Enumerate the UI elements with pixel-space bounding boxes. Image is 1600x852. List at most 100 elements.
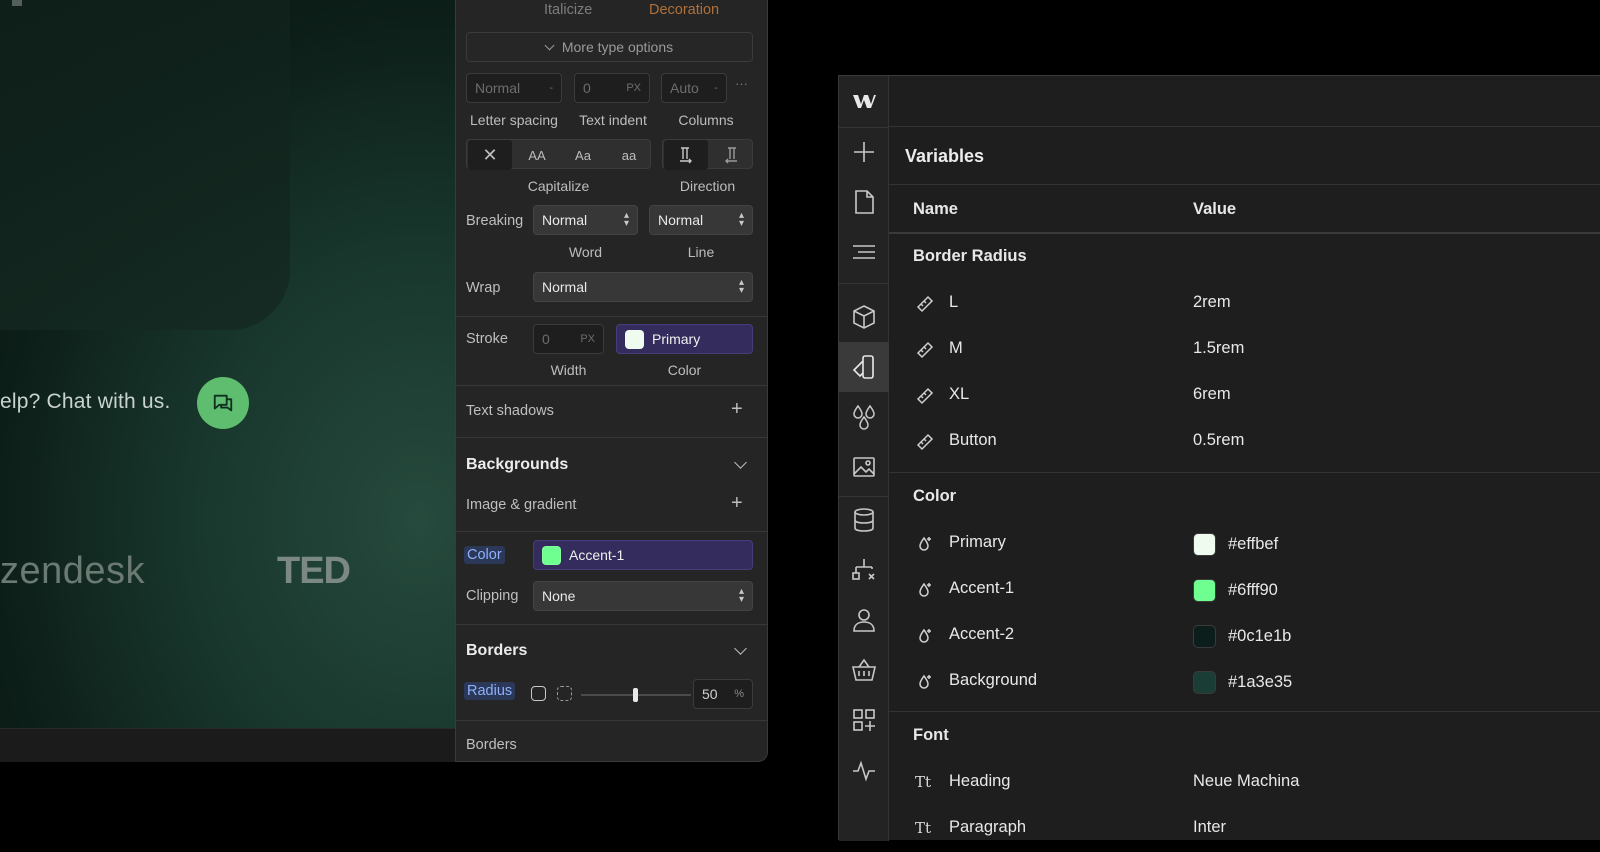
styles-button[interactable]: [839, 392, 889, 442]
variable-row[interactable]: Accent-2 #0c1e1b: [889, 613, 1600, 659]
radius-individual-corners-icon[interactable]: [557, 686, 572, 701]
text-direction-ltr-icon: [677, 146, 695, 164]
group-title-color[interactable]: Color: [913, 487, 956, 506]
droplet-icon: [915, 672, 935, 692]
columns-label: Columns: [661, 112, 751, 128]
ruler-icon: [915, 294, 935, 314]
letter-spacing-value: Normal: [475, 80, 520, 96]
variable-value: #0c1e1b: [1228, 627, 1291, 646]
color-swatch: [1193, 533, 1216, 556]
variable-value-cell: #0c1e1b: [1193, 625, 1291, 648]
group-title-font[interactable]: Font: [913, 726, 949, 745]
column-header-name[interactable]: Name: [913, 200, 958, 219]
preview-card-shape: [0, 0, 290, 330]
capitalize-lowercase-button[interactable]: aa: [607, 140, 651, 170]
variables-button[interactable]: [839, 342, 889, 392]
page-icon: [850, 188, 878, 216]
background-color-select[interactable]: Accent-1: [533, 540, 753, 570]
divider: [456, 531, 768, 532]
variable-row[interactable]: Background #1a3e35: [889, 659, 1600, 705]
ruler-icon: [915, 432, 935, 452]
capitalize-titlecase-button[interactable]: Aa: [561, 140, 605, 170]
color-swatch: [625, 330, 644, 349]
apps-button[interactable]: [839, 695, 889, 745]
add-text-shadow-icon[interactable]: +: [731, 398, 743, 421]
activity-button[interactable]: [839, 745, 889, 795]
variable-row[interactable]: L 2rem: [889, 281, 1600, 327]
variable-row[interactable]: M 1.5rem: [889, 327, 1600, 373]
letter-spacing-input[interactable]: Normal -: [466, 73, 562, 103]
radius-input[interactable]: 50 %: [693, 679, 753, 709]
cms-button[interactable]: [839, 495, 889, 545]
chevron-down-icon[interactable]: [734, 642, 747, 655]
capitalize-none-button[interactable]: ✕: [468, 140, 512, 170]
divider: [456, 316, 768, 317]
borders-section-title[interactable]: Borders: [466, 642, 527, 660]
columns-input[interactable]: Auto -: [661, 73, 727, 103]
variable-row[interactable]: Primary #effbef: [889, 521, 1600, 567]
updown-chevron-icon: ▴▾: [624, 212, 629, 228]
updown-chevron-icon: ▴▾: [739, 279, 744, 295]
variable-row[interactable]: Tt Heading Neue Machina: [889, 760, 1600, 806]
divider: [456, 385, 768, 386]
add-elements-button[interactable]: [839, 127, 889, 177]
pages-button[interactable]: [839, 177, 889, 227]
variable-name: L: [949, 293, 958, 312]
direction-ltr-button[interactable]: [664, 140, 708, 170]
variable-row[interactable]: XL 6rem: [889, 373, 1600, 419]
variable-name: Button: [949, 431, 997, 450]
color-swatch: [1193, 671, 1216, 694]
divider: [889, 232, 1600, 234]
ecommerce-button[interactable]: [839, 645, 889, 695]
wrap-select[interactable]: Normal ▴▾: [533, 272, 753, 302]
variable-row[interactable]: Accent-1 #6fff90: [889, 567, 1600, 613]
radius-slider-thumb[interactable]: [633, 688, 638, 702]
line-break-select[interactable]: Normal ▴▾: [649, 205, 753, 235]
group-title-border-radius[interactable]: Border Radius: [913, 247, 1027, 266]
column-header-value[interactable]: Value: [1193, 200, 1236, 219]
variable-name: Heading: [949, 772, 1010, 791]
add-background-image-icon[interactable]: +: [731, 492, 743, 515]
variable-row[interactable]: Tt Paragraph Inter: [889, 806, 1600, 852]
more-type-options-button[interactable]: More type options: [466, 32, 753, 62]
stroke-width-value: 0: [542, 331, 550, 347]
pulse-icon: [850, 756, 878, 784]
users-button[interactable]: [839, 595, 889, 645]
stroke-width-input[interactable]: 0 PX: [533, 324, 604, 354]
radius-all-corners-icon[interactable]: [531, 686, 546, 701]
stroke-color-select[interactable]: Primary: [616, 324, 753, 354]
panel-title: Variables: [905, 146, 984, 167]
clipping-value: None: [542, 588, 575, 604]
capitalize-uppercase-button[interactable]: AA: [515, 140, 559, 170]
assets-button[interactable]: [839, 442, 889, 492]
chevron-down-icon[interactable]: [734, 456, 747, 469]
navigator-button[interactable]: [839, 227, 889, 277]
droplet-icon: [915, 626, 935, 646]
components-button[interactable]: [839, 292, 889, 342]
variable-value: Neue Machina: [1193, 772, 1299, 791]
site-preview-canvas: elp? Chat with us. zendesk TED: [0, 0, 455, 728]
stroke-color-label: Color: [616, 362, 753, 378]
logic-button[interactable]: [839, 545, 889, 595]
tab-italicize[interactable]: Italicize: [544, 2, 592, 18]
app-logo[interactable]: [839, 76, 889, 126]
direction-rtl-button[interactable]: [709, 140, 753, 170]
chat-button[interactable]: [197, 377, 249, 429]
navigator-lines-icon: [850, 238, 878, 266]
designer-app: Variables Name Value Border Radius L 2re…: [838, 75, 1600, 840]
variable-row[interactable]: Button 0.5rem: [889, 419, 1600, 465]
text-indent-input[interactable]: 0 PX: [574, 73, 650, 103]
variable-value: 6rem: [1193, 385, 1231, 404]
variable-name: Background: [949, 671, 1037, 690]
word-break-select[interactable]: Normal ▴▾: [533, 205, 638, 235]
flow-icon: [850, 556, 878, 584]
capitalize-label: Capitalize: [466, 178, 651, 194]
more-type-options-label: More type options: [562, 39, 673, 55]
columns-more-button[interactable]: ···: [735, 76, 748, 91]
backgrounds-section-title[interactable]: Backgrounds: [466, 456, 568, 474]
clipping-select[interactable]: None ▴▾: [533, 581, 753, 611]
variable-name: Paragraph: [949, 818, 1026, 837]
tab-decoration[interactable]: Decoration: [649, 2, 719, 18]
divider: [889, 711, 1600, 712]
stroke-color-value: Primary: [652, 331, 700, 347]
